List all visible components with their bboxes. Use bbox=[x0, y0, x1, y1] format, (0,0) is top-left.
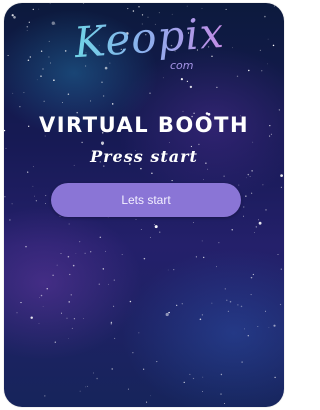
start-button[interactable]: Lets start bbox=[51, 183, 241, 217]
page-title: VIRTUAL BOOTH bbox=[38, 113, 250, 137]
booth-card: Keopix com VIRTUAL BOOTH Press start Let… bbox=[4, 3, 284, 407]
logo-domain: com bbox=[170, 59, 194, 72]
keopix-logo: Keopix com bbox=[4, 8, 284, 85]
logo-wordmark: Keopix bbox=[72, 7, 226, 68]
page-subtitle: Press start bbox=[90, 147, 198, 166]
